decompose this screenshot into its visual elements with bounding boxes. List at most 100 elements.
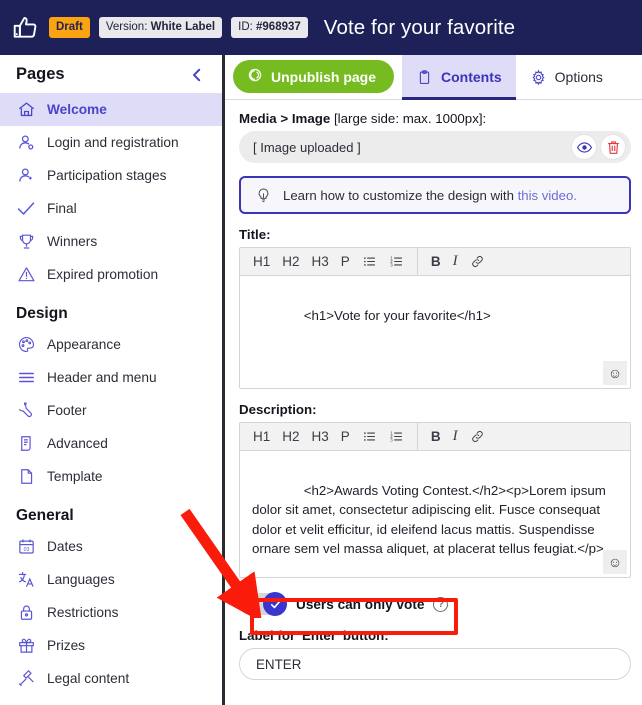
sidebar-item-label: Template <box>47 468 103 484</box>
format-p-button[interactable]: P <box>336 423 355 450</box>
description-label-text: Description: <box>239 402 317 417</box>
top-bar: Draft Version: White Label ID: #968937 V… <box>0 0 642 55</box>
unpublish-page-label: Unpublish page <box>271 68 376 85</box>
format-p-button[interactable]: P <box>336 248 355 275</box>
sidebar-item-final[interactable]: Final <box>0 192 222 225</box>
trash-icon[interactable] <box>600 134 626 160</box>
app-root: Draft Version: White Label ID: #968937 V… <box>0 0 642 705</box>
link-icon[interactable] <box>465 423 490 450</box>
title-block: Title: H1 H2 H3 P 123 B I <h1>Vote for y… <box>239 227 631 389</box>
enter-button-label-input[interactable]: ENTER <box>239 648 631 680</box>
id-badge: ID: #968937 <box>231 17 308 38</box>
media-value: [ Image uploaded ] <box>253 139 361 155</box>
sidebar-item-login-and-registration[interactable]: Login and registration <box>0 126 222 159</box>
format-h3-button[interactable]: H3 <box>307 248 334 275</box>
sidebar-item-label: Legal content <box>47 670 130 686</box>
description-editor-toolbar: H1 H2 H3 P 123 B I <box>240 422 630 451</box>
calendar-icon: 03 <box>16 537 36 557</box>
warning-triangle-icon <box>16 265 36 285</box>
sidebar-item-welcome[interactable]: Welcome <box>0 93 222 126</box>
eye-icon[interactable] <box>571 134 597 160</box>
gift-icon <box>16 636 36 656</box>
sidebar-item-header-and-menu[interactable]: Header and menu <box>0 361 222 394</box>
palette-icon <box>16 335 36 355</box>
sidebar-item-appearance[interactable]: Appearance <box>0 328 222 361</box>
enter-button-label-block: Label for 'Enter' button: ENTER <box>239 628 631 680</box>
sidebar-item-legal-content[interactable]: Legal content <box>0 662 222 695</box>
sidebar-item-expired-promotion[interactable]: Expired promotion <box>0 258 222 291</box>
clipboard-icon <box>416 69 433 86</box>
status-badge: Draft <box>49 17 90 38</box>
description-editor-area[interactable]: <h2>Awards Voting Contest.</h2><p>Lorem … <box>240 451 630 577</box>
svg-text:3: 3 <box>390 263 393 268</box>
sidebar-item-label: Login and registration <box>47 134 179 150</box>
bullet-list-icon[interactable] <box>357 423 382 450</box>
bold-button[interactable]: B <box>426 423 446 450</box>
sidebar-item-label: Restrictions <box>47 604 119 620</box>
format-h1-button[interactable]: H1 <box>248 248 275 275</box>
lightbulb-icon <box>255 187 272 204</box>
italic-button[interactable]: I <box>448 248 463 275</box>
sidebar-title: Pages <box>16 65 65 83</box>
media-row: [ Image uploaded ] <box>239 131 631 163</box>
tab-options[interactable]: Options <box>516 55 617 99</box>
sidebar-item-prizes[interactable]: Prizes <box>0 629 222 662</box>
sidebar-item-participation-stages[interactable]: Participation stages <box>0 159 222 192</box>
sidebar-item-restrictions[interactable]: Restrictions <box>0 596 222 629</box>
info-box-message: Learn how to customize the design with <box>283 187 518 203</box>
media-field-label: Media > Image [large side: max. 1000px]: <box>239 111 631 126</box>
sidebar-item-advanced[interactable]: Advanced <box>0 427 222 460</box>
sidebar-item-label: Header and menu <box>47 369 157 385</box>
bold-button[interactable]: B <box>426 248 446 275</box>
emoji-icon[interactable]: ☺ <box>603 361 627 385</box>
main-panel: Unpublish page Contents Options Media > … <box>225 55 642 705</box>
sidebar-item-footer[interactable]: Footer <box>0 394 222 427</box>
chevron-left-icon[interactable] <box>188 66 206 84</box>
enter-field-label: Label for 'Enter' button: <box>239 628 631 643</box>
title-editor-area[interactable]: <h1>Vote for your favorite</h1> ☺ <box>240 276 630 388</box>
sidebar-item-label: Winners <box>47 233 98 249</box>
format-h2-button[interactable]: H2 <box>277 423 304 450</box>
users-can-only-vote-toggle[interactable] <box>239 592 287 616</box>
emoji-icon[interactable]: ☺ <box>603 550 627 574</box>
check-icon <box>16 199 36 219</box>
sidebar-item-label: Welcome <box>47 101 107 117</box>
italic-button[interactable]: I <box>448 423 463 450</box>
section-header-general: General <box>16 507 74 524</box>
unpublish-page-button[interactable]: Unpublish page <box>233 60 394 93</box>
media-label-hint: [large side: max. 1000px]: <box>330 111 487 126</box>
sidebar-header: Pages <box>0 55 222 93</box>
numbered-list-icon[interactable]: 123 <box>384 248 409 275</box>
enter-field-label-text: Label for 'Enter' button: <box>239 628 389 643</box>
menu-lines-icon <box>16 368 36 388</box>
sidebar-item-languages[interactable]: Languages <box>0 563 222 596</box>
page-title: Vote for your favorite <box>323 15 516 39</box>
sidebar-item-template[interactable]: Template <box>0 460 222 493</box>
title-editor-value: <h1>Vote for your favorite</h1> <box>303 307 491 323</box>
bullet-list-icon[interactable] <box>357 248 382 275</box>
tab-contents[interactable]: Contents <box>402 55 516 100</box>
sidebar-item-label: Prizes <box>47 637 86 653</box>
sidebar-item-label: Dates <box>47 538 83 554</box>
sidebar-item-label: Final <box>47 200 77 216</box>
home-icon <box>16 100 36 120</box>
numbered-list-icon[interactable]: 123 <box>384 423 409 450</box>
info-box: Learn how to customize the design with t… <box>239 176 631 214</box>
media-label-bold: Media > Image <box>239 111 331 126</box>
version-badge: Version: White Label <box>98 17 223 38</box>
link-icon[interactable] <box>465 248 490 275</box>
format-h1-button[interactable]: H1 <box>248 423 275 450</box>
version-value: White Label <box>150 21 216 34</box>
enter-button-label-value: ENTER <box>256 656 302 672</box>
question-mark-icon[interactable]: ? <box>433 596 449 612</box>
power-icon <box>247 67 263 86</box>
toolbar-separator <box>416 422 418 451</box>
title-editor: H1 H2 H3 P 123 B I <h1>Vote for your fav… <box>239 247 631 389</box>
thumbs-up-icon <box>10 13 40 43</box>
sidebar-item-winners[interactable]: Winners <box>0 225 222 258</box>
page-icon <box>16 467 36 487</box>
sidebar-item-dates[interactable]: 03 Dates <box>0 530 222 563</box>
format-h3-button[interactable]: H3 <box>307 423 334 450</box>
info-box-link[interactable]: this video. <box>518 188 577 203</box>
format-h2-button[interactable]: H2 <box>277 248 304 275</box>
